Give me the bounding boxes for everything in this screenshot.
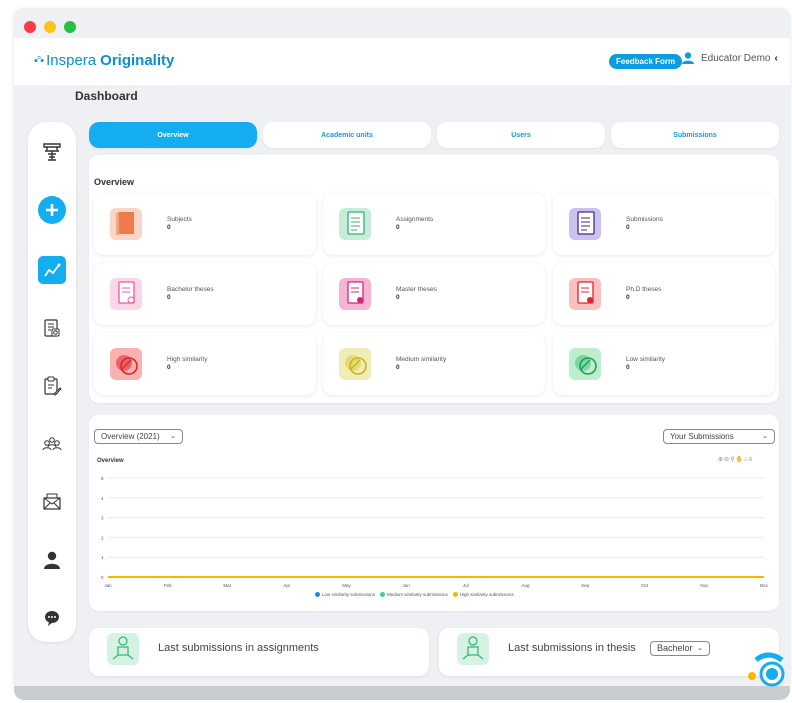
x-tick-label: Aug bbox=[521, 583, 530, 588]
hands-box-icon bbox=[107, 633, 139, 665]
legend-label: High similarity submissions bbox=[459, 592, 514, 597]
chart-legend: Low similarity submissions Medium simila… bbox=[315, 592, 514, 597]
x-tick-label: Apr bbox=[283, 583, 291, 588]
legend-item-medium[interactable]: Medium similarity submissions bbox=[380, 592, 448, 597]
x-tick-label: Jan bbox=[104, 583, 112, 588]
y-tick-label: 1 bbox=[101, 555, 104, 560]
last-submissions-thesis-card[interactable]: Last submissions in thesis Bachelor ⌄ bbox=[439, 628, 779, 676]
y-tick-label: 4 bbox=[101, 496, 104, 501]
y-tick-label: 3 bbox=[101, 516, 104, 521]
help-chat-button[interactable] bbox=[742, 648, 788, 694]
legend-item-high[interactable]: High similarity submissions bbox=[452, 592, 514, 597]
help-badge-icon bbox=[748, 652, 785, 687]
last-submissions-assignments-card[interactable]: Last submissions in assignments bbox=[89, 628, 429, 676]
y-tick-label: 2 bbox=[101, 535, 104, 540]
last-submissions-assignments-label: Last submissions in assignments bbox=[158, 642, 319, 654]
legend-label: Low similarity submissions bbox=[322, 592, 376, 597]
y-tick-label: 5 bbox=[101, 476, 104, 481]
legend-item-low[interactable]: Low similarity submissions bbox=[315, 592, 375, 597]
x-tick-label: Jun bbox=[403, 583, 411, 588]
thesis-type-select[interactable]: Bachelor ⌄ bbox=[650, 641, 710, 656]
chevron-down-icon: ⌄ bbox=[697, 645, 703, 652]
x-tick-label: Nov bbox=[700, 583, 709, 588]
y-tick-label: 0 bbox=[101, 575, 104, 580]
x-tick-label: Feb bbox=[164, 583, 172, 588]
overview-line-chart: 5 4 3 2 1 0Jan Feb Mar Apr May Jun Jul Aug Sep Oct Nov D… bbox=[101, 476, 769, 588]
x-tick-label: Oct bbox=[641, 583, 649, 588]
last-submissions-thesis-label: Last submissions in thesis bbox=[508, 642, 636, 654]
x-tick-label: Dec bbox=[760, 583, 769, 588]
x-tick-label: Sep bbox=[581, 583, 590, 588]
legend-label: Medium similarity submissions bbox=[387, 592, 448, 597]
x-tick-label: Jul bbox=[463, 583, 469, 588]
x-tick-label: May bbox=[342, 583, 351, 588]
thesis-type-value: Bachelor bbox=[657, 643, 693, 653]
hands-box-icon bbox=[457, 633, 489, 665]
x-tick-label: Mar bbox=[223, 583, 231, 588]
